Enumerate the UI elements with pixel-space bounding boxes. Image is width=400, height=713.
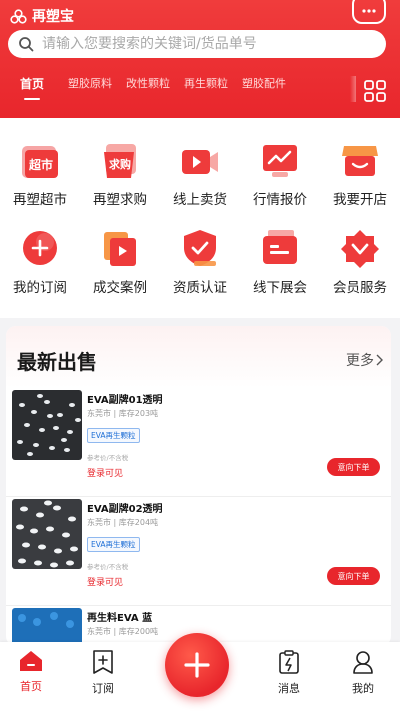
search-bar[interactable] — [8, 30, 386, 58]
category-label: 线下展会 — [253, 280, 307, 296]
price-login-hint[interactable]: 登录可见 — [87, 575, 123, 588]
chevron-right-icon — [376, 354, 383, 366]
product-name: EVA副牌01透明 — [87, 395, 163, 406]
tab-plastic-parts[interactable]: 塑胶配件 — [235, 76, 293, 104]
subscribe-icon — [23, 231, 57, 265]
publish-button[interactable] — [165, 633, 229, 697]
exhibition-icon — [263, 230, 297, 264]
category-tabs: 首页 塑胶原料 改性颗粒 再生颗粒 塑胶配件 — [0, 76, 293, 104]
product-tag: EVA再生颗粒 — [87, 537, 140, 552]
app-header: 再塑宝 首页 塑胶原料 改性颗粒 再生颗粒 塑胶配件 — [0, 0, 400, 118]
tab-recycled-pellets[interactable]: 再生颗粒 — [177, 76, 235, 104]
order-intent-button[interactable]: 意向下单 — [327, 567, 380, 585]
card-header: 最新出售 更多 — [6, 326, 391, 388]
tabbar-home[interactable]: 首页 — [6, 650, 56, 694]
category-label: 再塑超市 — [13, 192, 67, 208]
chat-button[interactable] — [352, 0, 386, 24]
profile-icon — [353, 651, 373, 674]
product-name: 再生料EVA 蓝 — [87, 613, 153, 624]
tabbar-messages[interactable]: 消息 — [264, 650, 314, 696]
tabbar-profile[interactable]: 我的 — [338, 650, 388, 696]
video-icon — [182, 150, 218, 174]
tabbar-label: 我的 — [352, 682, 374, 695]
plus-icon — [184, 652, 210, 678]
trend-icon — [263, 145, 297, 177]
category-label: 再塑求购 — [93, 192, 147, 208]
tab-modified-pellets[interactable]: 改性颗粒 — [119, 76, 177, 104]
more-link[interactable]: 更多 — [346, 350, 383, 370]
category-label: 资质认证 — [173, 280, 227, 296]
price-login-hint[interactable]: 登录可见 — [87, 466, 123, 479]
category-label: 我的订阅 — [13, 280, 67, 296]
product-meta: 东莞市 | 库存203吨 — [87, 409, 159, 418]
shop-icon — [342, 146, 378, 176]
supermarket-badge: 超市 — [28, 157, 53, 172]
category-certification[interactable]: 资质认证 — [160, 228, 240, 316]
tab-fade-divider — [350, 76, 356, 102]
more-label: 更多 — [346, 353, 374, 369]
product-image — [12, 608, 82, 646]
product-meta: 东莞市 | 库存200吨 — [87, 627, 159, 636]
vip-icon — [341, 230, 379, 268]
app-name: 再塑宝 — [32, 9, 74, 25]
home-icon — [20, 651, 42, 671]
price-note: 参考价/不含税 — [87, 454, 129, 462]
product-tag: EVA再生颗粒 — [87, 428, 140, 443]
price-note: 参考价/不含税 — [87, 563, 129, 571]
category-label: 行情报价 — [253, 192, 307, 208]
category-supermarket[interactable]: 超市 再塑超市 — [0, 140, 80, 228]
subscribe-tab-icon — [93, 650, 113, 674]
all-categories-button[interactable] — [360, 76, 390, 106]
tab-plastic-raw[interactable]: 塑胶原料 — [61, 76, 119, 104]
tabbar-subscribe[interactable]: 订阅 — [78, 650, 128, 696]
tab-home[interactable]: 首页 — [3, 76, 61, 104]
category-deal-cases[interactable]: 成交案例 — [80, 228, 160, 316]
category-offline-exhibition[interactable]: 线下展会 — [240, 228, 320, 316]
category-label: 会员服务 — [333, 280, 387, 296]
purchase-icon: 求购 — [104, 144, 136, 178]
category-my-subscription[interactable]: 我的订阅 — [0, 228, 80, 316]
logo-icon — [10, 8, 27, 24]
case-icon — [104, 232, 136, 266]
category-label: 线上卖货 — [173, 192, 227, 208]
app-logo: 再塑宝 — [10, 6, 74, 26]
purchase-badge: 求购 — [109, 157, 131, 171]
tabbar-label: 消息 — [278, 682, 300, 695]
search-input[interactable] — [42, 36, 386, 52]
product-item[interactable]: EVA副牌01透明 东莞市 | 库存203吨 EVA再生颗粒 参考价/不含税 登… — [6, 388, 391, 497]
tabbar-label: 订阅 — [92, 682, 114, 695]
category-label: 我要开店 — [333, 192, 387, 208]
product-item[interactable]: EVA副牌02透明 东莞市 | 库存204吨 EVA再生颗粒 参考价/不含税 登… — [6, 497, 391, 606]
order-intent-button[interactable]: 意向下单 — [327, 458, 380, 476]
product-name: EVA副牌02透明 — [87, 504, 163, 515]
category-quotes[interactable]: 行情报价 — [240, 140, 320, 228]
category-vip-service[interactable]: 会员服务 — [320, 228, 400, 316]
category-grid: 超市 再塑超市 求购 再塑求购 线上卖货 行情报价 我要开店 我的订阅 成交案例… — [0, 118, 400, 318]
chat-icon — [362, 9, 376, 13]
category-open-shop[interactable]: 我要开店 — [320, 140, 400, 228]
category-sell-online[interactable]: 线上卖货 — [160, 140, 240, 228]
section-title: 最新出售 — [17, 350, 97, 374]
product-image — [12, 499, 82, 569]
latest-sale-card: 最新出售 更多 EVA副牌01透明 东莞市 | 库存203吨 EVA再生颗粒 参… — [6, 326, 391, 646]
supermarket-icon: 超市 — [22, 146, 58, 178]
product-image — [12, 390, 82, 460]
search-icon — [19, 37, 34, 52]
category-label: 成交案例 — [93, 280, 147, 296]
category-purchase[interactable]: 求购 再塑求购 — [80, 140, 160, 228]
tabbar-label: 首页 — [20, 680, 42, 693]
certified-icon — [184, 230, 216, 266]
message-icon — [279, 650, 299, 674]
grid-icon — [364, 80, 386, 102]
product-meta: 东莞市 | 库存204吨 — [87, 518, 159, 527]
